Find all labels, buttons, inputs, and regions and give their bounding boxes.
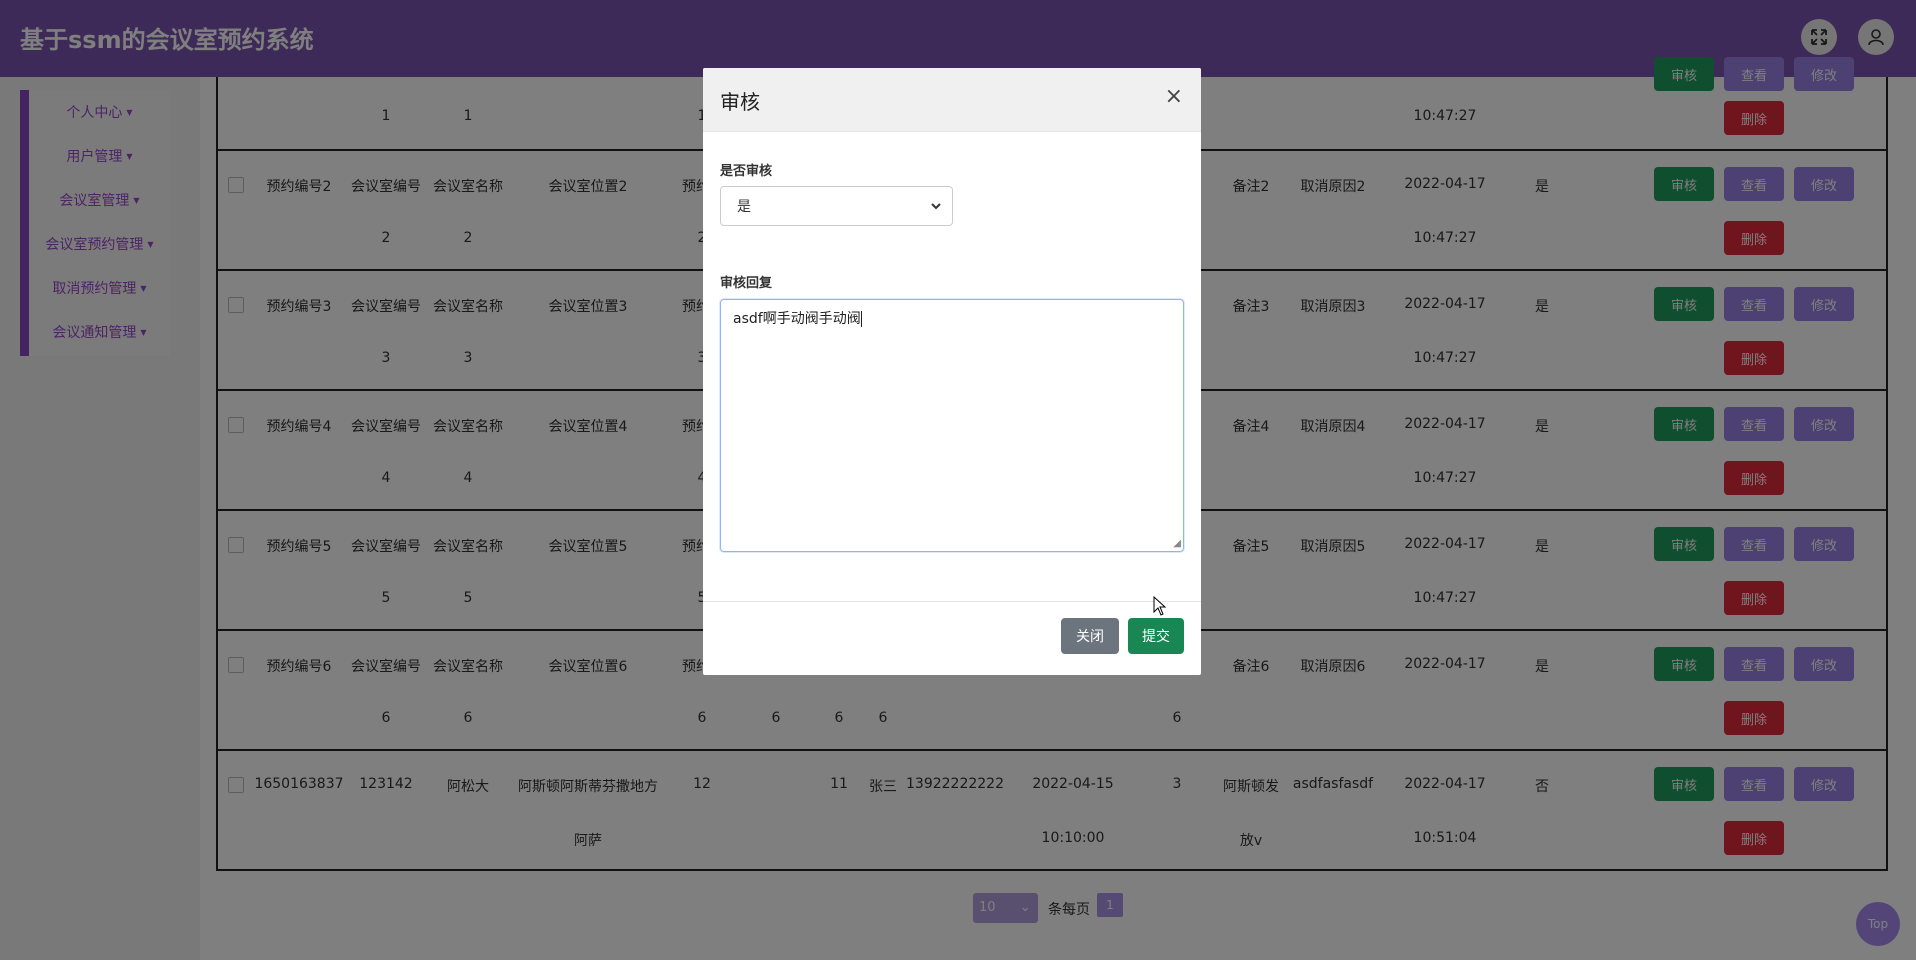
reply-textarea[interactable]: asdf啊手动阀手动阀 ◢: [720, 299, 1184, 552]
mouse-pointer-icon: [1153, 596, 1167, 616]
reply-label: 审核回复: [720, 276, 773, 291]
approve-select-value: 是: [737, 199, 751, 215]
close-button[interactable]: 关闭: [1061, 618, 1119, 654]
modal-title: 审核: [720, 90, 760, 114]
submit-button[interactable]: 提交: [1128, 618, 1184, 654]
approve-label: 是否审核: [720, 164, 773, 179]
chevron-down-icon: [931, 203, 941, 210]
resize-grip-icon[interactable]: ◢: [1173, 538, 1181, 549]
approve-select[interactable]: 是: [720, 186, 953, 226]
close-icon[interactable]: ×: [1165, 84, 1183, 109]
review-modal: 审核 × 是否审核 是 审核回复 asdf啊手动阀手动阀 ◢ 关闭 提交: [703, 68, 1201, 675]
text-caret: [860, 311, 862, 327]
reply-text: asdf啊手动阀手动阀: [733, 311, 861, 327]
modal-footer: [703, 601, 1201, 675]
modal-header: 审核 ×: [703, 68, 1201, 132]
